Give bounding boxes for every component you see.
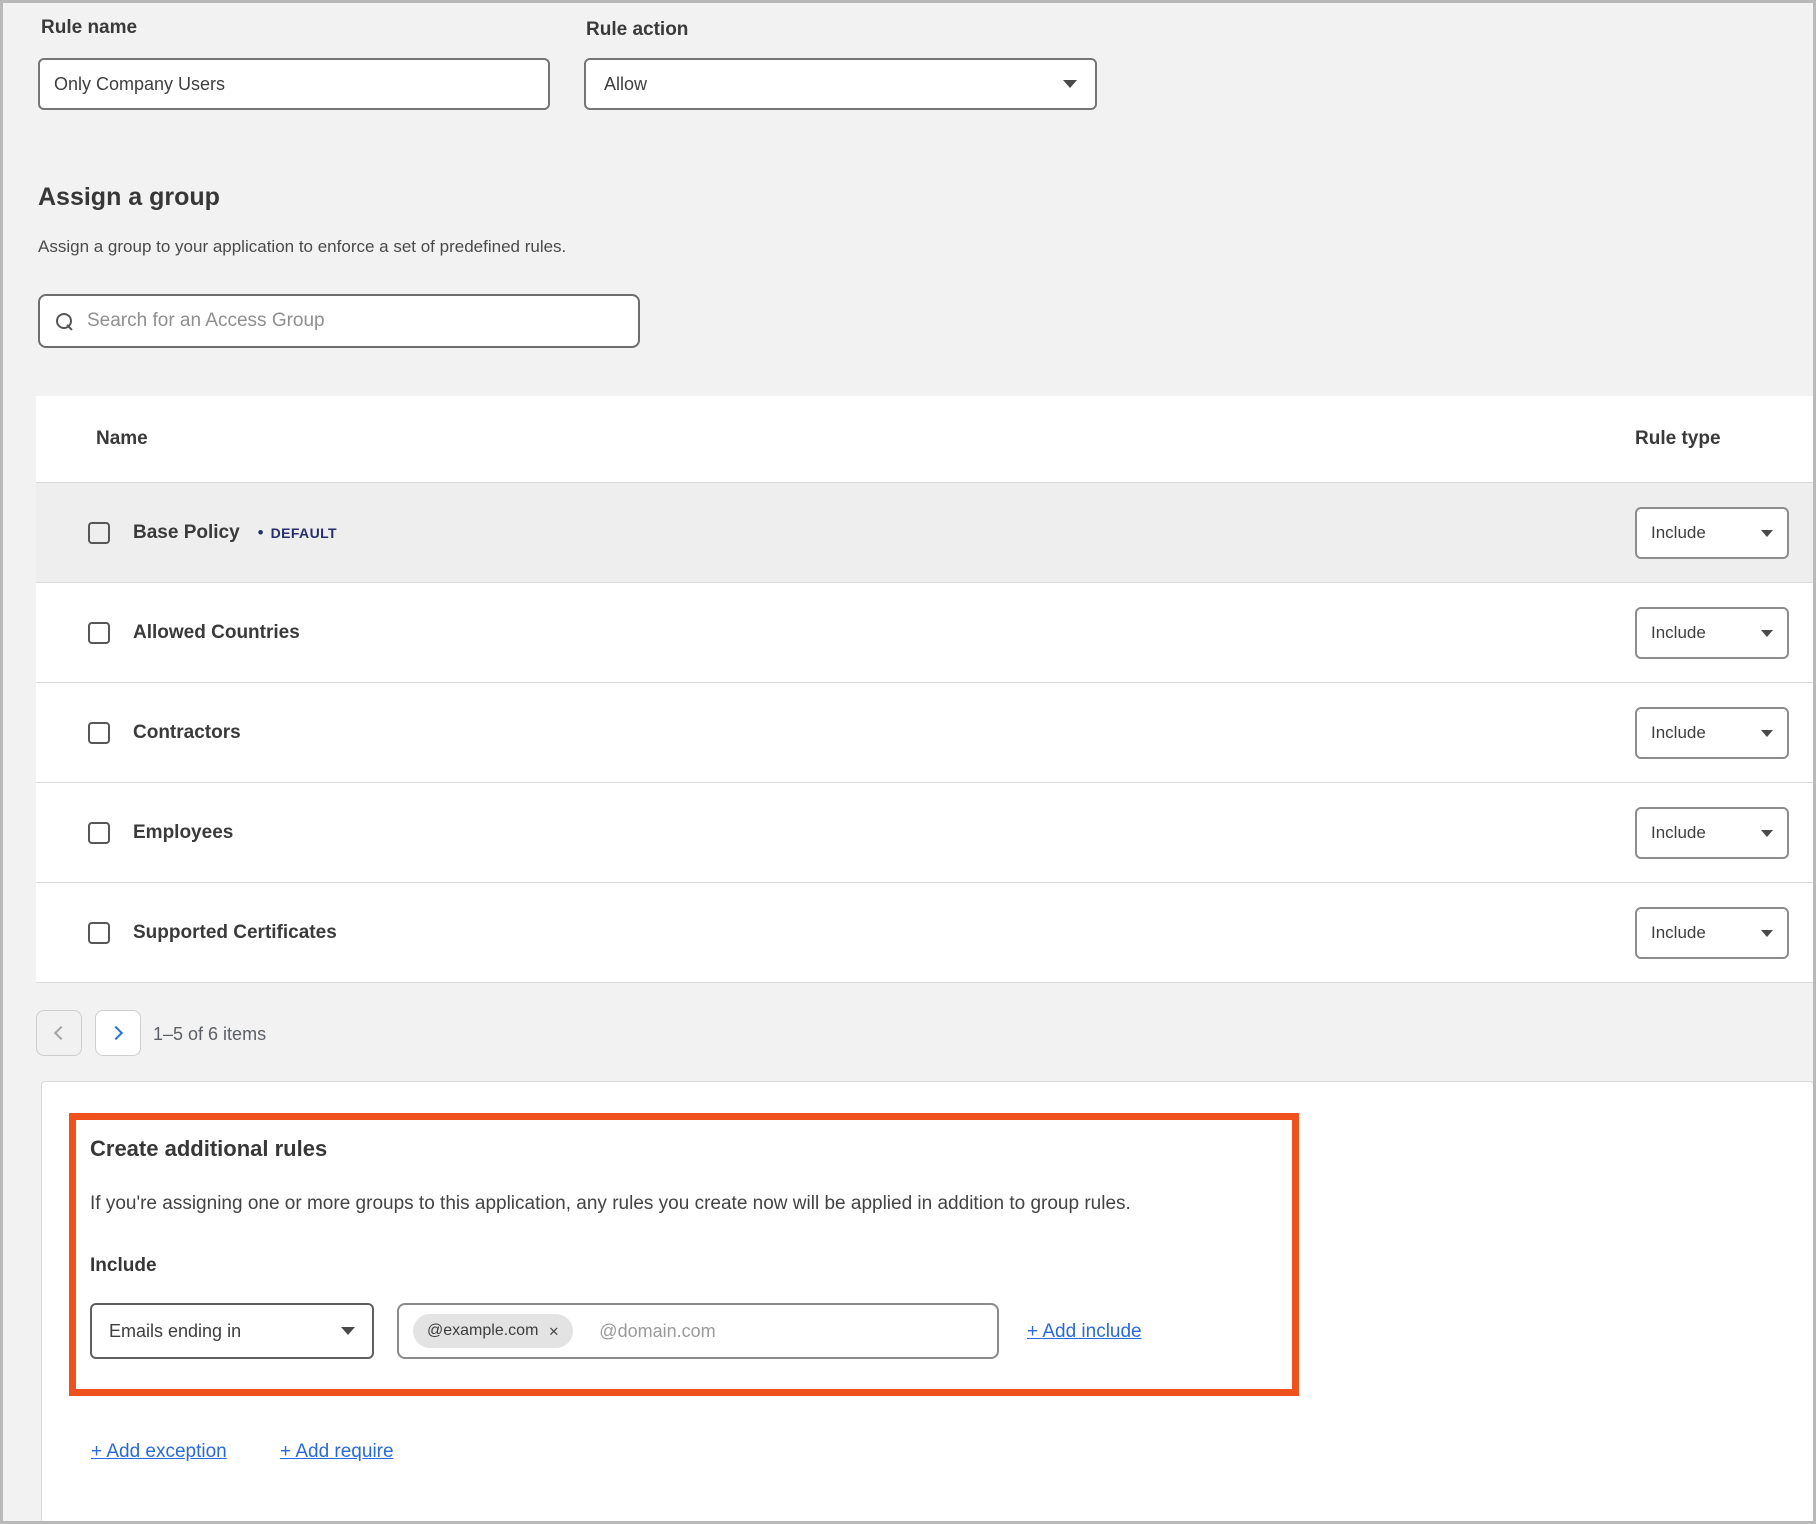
add-include-link[interactable]: + Add include (1027, 1321, 1142, 1343)
rule-action-value: Allow (604, 74, 647, 95)
add-exception-link[interactable]: + Add exception (91, 1441, 227, 1463)
table-row: Supported Certificates Include (36, 883, 1814, 983)
rule-type-value: Include (1651, 823, 1706, 843)
chevron-down-icon (1761, 930, 1773, 937)
rule-type-select[interactable]: Include (1635, 707, 1789, 759)
add-require-link[interactable]: + Add require (280, 1441, 394, 1463)
access-group-search[interactable] (38, 294, 640, 348)
rule-name-input[interactable] (38, 58, 550, 110)
domain-input[interactable] (599, 1321, 983, 1342)
rule-type-value: Include (1651, 923, 1706, 943)
chevron-down-icon (1761, 830, 1773, 837)
column-header-name: Name (96, 396, 148, 482)
rule-type-select[interactable]: Include (1635, 507, 1789, 559)
rule-action-select[interactable]: Allow (584, 58, 1097, 110)
rule-type-value: Include (1651, 523, 1706, 543)
assign-group-title: Assign a group (38, 183, 220, 212)
default-badge: • DEFAULT (258, 524, 337, 541)
include-section-label: Include (90, 1255, 157, 1277)
rule-type-value: Include (1651, 623, 1706, 643)
row-name: Employees (133, 822, 233, 844)
additional-rules-description: If you're assigning one or more groups t… (90, 1193, 1280, 1215)
access-groups-table: Name Rule type Base Policy • DEFAULT Inc… (36, 396, 1814, 983)
row-name: Contractors (133, 722, 241, 744)
remove-tag-icon[interactable]: ✕ (548, 1325, 559, 1338)
row-name: Allowed Countries (133, 622, 300, 644)
chevron-left-icon (54, 1026, 68, 1040)
rule-type-select[interactable]: Include (1635, 907, 1789, 959)
email-tag: @example.com ✕ (413, 1314, 573, 1348)
chevron-down-icon (341, 1327, 355, 1335)
table-header: Name Rule type (36, 396, 1814, 483)
chevron-down-icon (1063, 80, 1077, 88)
search-icon (56, 313, 73, 330)
chevron-down-icon (1761, 730, 1773, 737)
column-header-rule-type: Rule type (1635, 396, 1721, 482)
search-input[interactable] (87, 296, 622, 346)
pagination-prev-button[interactable] (36, 1010, 82, 1056)
row-checkbox[interactable] (88, 822, 110, 844)
bullet-icon: • (258, 524, 264, 541)
chevron-down-icon (1761, 630, 1773, 637)
include-condition-select[interactable]: Emails ending in (90, 1303, 374, 1359)
row-name: Supported Certificates (133, 922, 337, 944)
additional-rules-title: Create additional rules (90, 1136, 327, 1162)
row-checkbox[interactable] (88, 722, 110, 744)
rule-name-label: Rule name (41, 17, 137, 39)
row-checkbox[interactable] (88, 622, 110, 644)
table-row: Employees Include (36, 783, 1814, 883)
table-row: Base Policy • DEFAULT Include (36, 483, 1814, 583)
table-row: Contractors Include (36, 683, 1814, 783)
rule-action-label: Rule action (586, 19, 688, 41)
email-tag-label: @example.com (427, 1322, 538, 1340)
chevron-right-icon (109, 1026, 123, 1040)
rule-type-value: Include (1651, 723, 1706, 743)
chevron-down-icon (1761, 530, 1773, 537)
rule-editor-page: Rule name Rule action Allow Assign a gro… (0, 0, 1816, 1524)
default-badge-label: DEFAULT (271, 525, 337, 541)
row-checkbox[interactable] (88, 922, 110, 944)
assign-group-description: Assign a group to your application to en… (38, 237, 566, 257)
table-row: Allowed Countries Include (36, 583, 1814, 683)
rule-type-select[interactable]: Include (1635, 607, 1789, 659)
row-name: Base Policy (133, 522, 240, 544)
include-values-field[interactable]: @example.com ✕ (397, 1303, 999, 1359)
row-checkbox[interactable] (88, 522, 110, 544)
pagination-status: 1–5 of 6 items (153, 1024, 266, 1045)
pagination-next-button[interactable] (95, 1010, 141, 1056)
rule-type-select[interactable]: Include (1635, 807, 1789, 859)
include-condition-value: Emails ending in (109, 1321, 241, 1342)
